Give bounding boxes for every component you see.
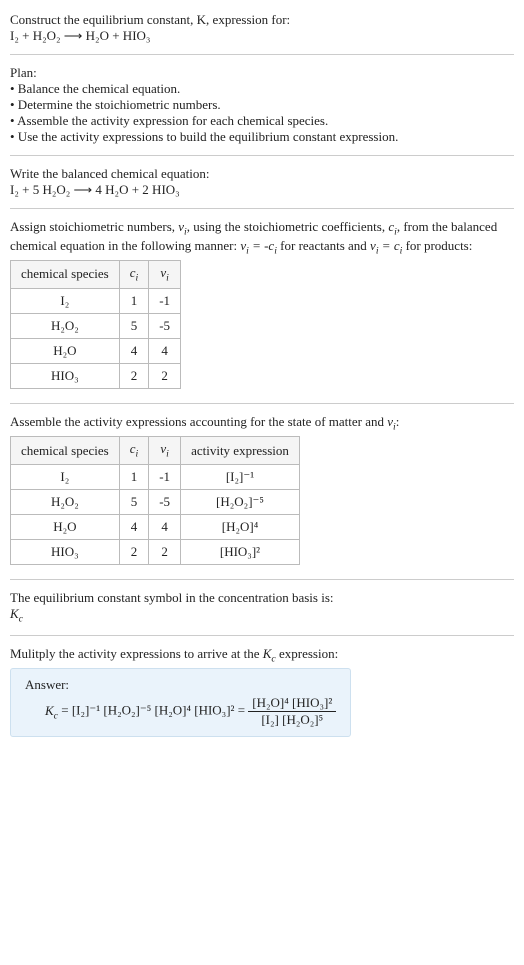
problem-header: Construct the equilibrium constant, K, e… <box>10 8 514 48</box>
cell-ci: 1 <box>119 464 149 489</box>
plan-bullet: • Use the activity expressions to build … <box>10 129 514 145</box>
header-line1: Construct the equilibrium constant, K, e… <box>10 12 514 28</box>
header-equation: I₂ + H₂O₂ ⟶ H₂O + HIO₃ <box>10 28 514 44</box>
plan-title: Plan: <box>10 65 514 81</box>
table-row: H₂O 4 4 <box>11 338 181 363</box>
cell-expr: [H₂O]⁴ <box>181 514 300 539</box>
divider <box>10 208 514 209</box>
th-vi: νi <box>149 437 181 465</box>
cell-species: H₂O <box>11 514 120 539</box>
balanced-equation: I₂ + 5 H₂O₂ ⟶ 4 H₂O + 2 HIO₃ <box>10 182 514 198</box>
cell-vi: 4 <box>149 338 181 363</box>
table-row: HIO₃ 2 2 [HIO₃]² <box>11 539 300 564</box>
cell-vi: -5 <box>149 489 181 514</box>
symbol-line2: Kc <box>10 606 514 625</box>
balanced-title: Write the balanced chemical equation: <box>10 166 514 182</box>
table-header-row: chemical species ci νi activity expressi… <box>11 437 300 465</box>
cell-ci: 4 <box>119 338 149 363</box>
symbol-section: The equilibrium constant symbol in the c… <box>10 586 514 629</box>
symbol-line1: The equilibrium constant symbol in the c… <box>10 590 514 606</box>
cell-vi: -5 <box>149 313 181 338</box>
th-expr: activity expression <box>181 437 300 465</box>
table-row: H₂O₂ 5 -5 <box>11 313 181 338</box>
table-row: I₂ 1 -1 <box>11 288 181 313</box>
activity-section: Assemble the activity expressions accoun… <box>10 410 514 573</box>
cell-vi: 2 <box>149 363 181 388</box>
stoich-intro: Assign stoichiometric numbers, νi, using… <box>10 219 514 256</box>
cell-ci: 2 <box>119 363 149 388</box>
answer-box: Answer: Kc = [I₂]⁻¹ [H₂O₂]⁻⁵ [H₂O]⁴ [HIO… <box>10 668 351 737</box>
th-vi: νi <box>149 261 181 289</box>
th-species: chemical species <box>11 437 120 465</box>
stoich-table: chemical species ci νi I₂ 1 -1 H₂O₂ 5 -5… <box>10 260 181 389</box>
cell-ci: 4 <box>119 514 149 539</box>
cell-species: H₂O <box>11 338 120 363</box>
table-row: I₂ 1 -1 [I₂]⁻¹ <box>11 464 300 489</box>
divider <box>10 403 514 404</box>
plan-bullet: • Assemble the activity expression for e… <box>10 113 514 129</box>
cell-ci: 5 <box>119 489 149 514</box>
table-header-row: chemical species ci νi <box>11 261 181 289</box>
cell-vi: 2 <box>149 539 181 564</box>
balanced-section: Write the balanced chemical equation: I₂… <box>10 162 514 202</box>
divider <box>10 155 514 156</box>
table-row: H₂O 4 4 [H₂O]⁴ <box>11 514 300 539</box>
cell-species: H₂O₂ <box>11 489 120 514</box>
cell-species: I₂ <box>11 464 120 489</box>
cell-ci: 5 <box>119 313 149 338</box>
cell-ci: 2 <box>119 539 149 564</box>
table-row: H₂O₂ 5 -5 [H₂O₂]⁻⁵ <box>11 489 300 514</box>
stoich-section: Assign stoichiometric numbers, νi, using… <box>10 215 514 397</box>
cell-expr: [H₂O₂]⁻⁵ <box>181 489 300 514</box>
activity-table: chemical species ci νi activity expressi… <box>10 436 300 565</box>
multiply-section: Mulitply the activity expressions to arr… <box>10 642 514 742</box>
plan-bullet: • Balance the chemical equation. <box>10 81 514 97</box>
plan-section: Plan: • Balance the chemical equation. •… <box>10 61 514 149</box>
table-row: HIO₃ 2 2 <box>11 363 181 388</box>
cell-species: HIO₃ <box>11 363 120 388</box>
answer-formula: Kc = [I₂]⁻¹ [H₂O₂]⁻⁵ [H₂O]⁴ [HIO₃]² = [H… <box>25 695 336 728</box>
th-ci: ci <box>119 437 149 465</box>
divider <box>10 54 514 55</box>
cell-species: I₂ <box>11 288 120 313</box>
plan-bullet: • Determine the stoichiometric numbers. <box>10 97 514 113</box>
answer-label: Answer: <box>25 677 336 693</box>
divider <box>10 635 514 636</box>
divider <box>10 579 514 580</box>
cell-species: HIO₃ <box>11 539 120 564</box>
th-species: chemical species <box>11 261 120 289</box>
cell-ci: 1 <box>119 288 149 313</box>
cell-species: H₂O₂ <box>11 313 120 338</box>
cell-vi: 4 <box>149 514 181 539</box>
cell-expr: [I₂]⁻¹ <box>181 464 300 489</box>
cell-vi: -1 <box>149 288 181 313</box>
cell-expr: [HIO₃]² <box>181 539 300 564</box>
activity-intro: Assemble the activity expressions accoun… <box>10 414 514 433</box>
th-ci: ci <box>119 261 149 289</box>
cell-vi: -1 <box>149 464 181 489</box>
multiply-intro: Mulitply the activity expressions to arr… <box>10 646 514 665</box>
